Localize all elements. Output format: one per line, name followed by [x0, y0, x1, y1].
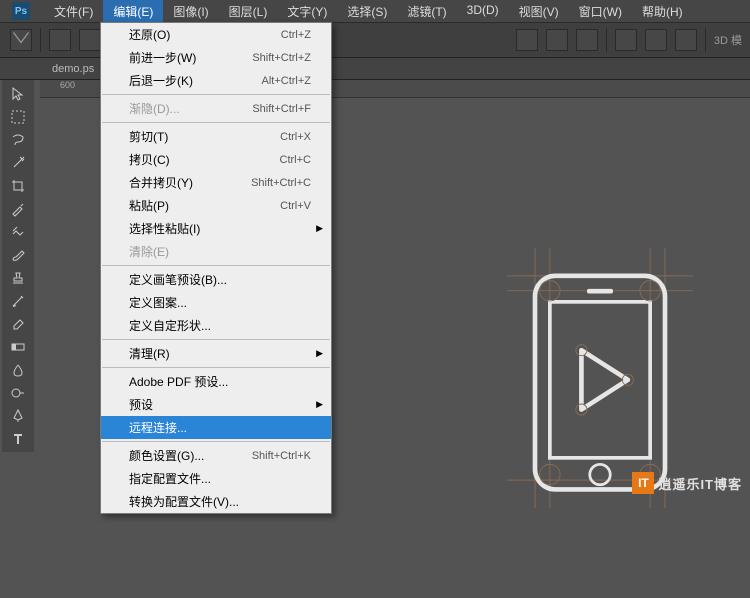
menu-command[interactable]: 选择性粘贴(I) ▶	[101, 217, 331, 240]
eyedropper-tool[interactable]	[4, 197, 32, 220]
distribute-button[interactable]	[645, 29, 667, 51]
brush-tool[interactable]	[4, 243, 32, 266]
menu-label: 剪切(T)	[129, 128, 280, 145]
menu-shortcut: Shift+Ctrl+F	[252, 103, 311, 115]
watermark: IT 逍遥乐IT博客	[632, 472, 742, 494]
submenu-arrow-icon: ▶	[316, 399, 323, 410]
menu-command[interactable]: 前进一步(W)Shift+Ctrl+Z	[101, 46, 331, 69]
menu-label: 清除(E)	[129, 243, 311, 260]
menu-command[interactable]: 定义画笔预设(B)...	[101, 268, 331, 291]
menu-item[interactable]: 图像(I)	[163, 0, 218, 23]
menu-label: 清理(R)	[129, 345, 311, 362]
menu-command[interactable]: 颜色设置(G)...Shift+Ctrl+K	[101, 444, 331, 467]
menu-command[interactable]: 远程连接...	[101, 416, 331, 439]
menu-command[interactable]: 拷贝(C)Ctrl+C	[101, 148, 331, 171]
menu-label: 定义自定形状...	[129, 317, 311, 334]
menu-item[interactable]: 帮助(H)	[632, 0, 693, 23]
menu-bar: Ps 文件(F)编辑(E)图像(I)图层(L)文字(Y)选择(S)滤镜(T)3D…	[0, 0, 750, 22]
eraser-tool[interactable]	[4, 312, 32, 335]
dodge-tool[interactable]	[4, 381, 32, 404]
menu-command[interactable]: 清理(R) ▶	[101, 342, 331, 365]
gradient-tool[interactable]	[4, 335, 32, 358]
menu-label: 后退一步(K)	[129, 72, 261, 89]
menu-command[interactable]: 粘贴(P)Ctrl+V	[101, 194, 331, 217]
menu-command: 清除(E)	[101, 240, 331, 263]
menu-item[interactable]: 编辑(E)	[103, 0, 163, 23]
submenu-arrow-icon: ▶	[316, 348, 323, 359]
menu-command[interactable]: 指定配置文件...	[101, 467, 331, 490]
menu-command[interactable]: 合并拷贝(Y)Shift+Ctrl+C	[101, 171, 331, 194]
menu-shortcut: Shift+Ctrl+C	[251, 177, 311, 189]
menu-label: 拷贝(C)	[129, 151, 280, 168]
stamp-tool[interactable]	[4, 266, 32, 289]
wand-tool[interactable]	[4, 151, 32, 174]
align-button[interactable]	[576, 29, 598, 51]
document-tab[interactable]: demo.ps	[42, 59, 105, 79]
menu-shortcut: Ctrl+X	[280, 131, 311, 143]
watermark-icon: IT	[632, 472, 654, 494]
menu-label: 还原(O)	[129, 26, 281, 43]
menu-command[interactable]: 定义自定形状...	[101, 314, 331, 337]
option-button[interactable]	[79, 29, 101, 51]
menu-item[interactable]: 3D(D)	[457, 0, 509, 23]
menu-label: 渐隐(D)...	[129, 100, 252, 117]
watermark-text: 逍遥乐IT博客	[658, 474, 742, 493]
menu-item[interactable]: 文件(F)	[44, 0, 103, 23]
menu-label: 合并拷贝(Y)	[129, 174, 251, 191]
align-button[interactable]	[546, 29, 568, 51]
menu-label: 选择性粘贴(I)	[129, 220, 311, 237]
marquee-tool[interactable]	[4, 105, 32, 128]
menu-label: 粘贴(P)	[129, 197, 280, 214]
tool-preset-button[interactable]	[10, 29, 32, 51]
mode-label: 3D 模	[714, 32, 750, 48]
submenu-arrow-icon: ▶	[316, 223, 323, 234]
app-icon: Ps	[12, 2, 30, 20]
menu-label: 指定配置文件...	[129, 470, 311, 487]
menu-label: 远程连接...	[129, 419, 311, 436]
menu-command[interactable]: 转换为配置文件(V)...	[101, 490, 331, 513]
pen-tool[interactable]	[4, 404, 32, 427]
history-brush-tool[interactable]	[4, 289, 32, 312]
menu-command[interactable]: 后退一步(K)Alt+Ctrl+Z	[101, 69, 331, 92]
menu-shortcut: Ctrl+V	[280, 200, 311, 212]
canvas-artwork	[500, 248, 700, 508]
heal-tool[interactable]	[4, 220, 32, 243]
edit-menu-dropdown: 还原(O)Ctrl+Z前进一步(W)Shift+Ctrl+Z后退一步(K)Alt…	[100, 22, 332, 514]
menu-shortcut: Shift+Ctrl+K	[252, 450, 311, 462]
menu-shortcut: Ctrl+C	[280, 154, 311, 166]
align-button[interactable]	[516, 29, 538, 51]
ruler-tick: 600	[60, 80, 75, 90]
menu-item[interactable]: 文字(Y)	[277, 0, 337, 23]
menu-label: 预设	[129, 396, 311, 413]
menu-item[interactable]: 图层(L)	[219, 0, 278, 23]
menu-item[interactable]: 滤镜(T)	[397, 0, 456, 23]
menu-shortcut: Shift+Ctrl+Z	[252, 52, 311, 64]
menu-label: 定义图案...	[129, 294, 311, 311]
menu-item[interactable]: 视图(V)	[509, 0, 569, 23]
menu-command[interactable]: 剪切(T)Ctrl+X	[101, 125, 331, 148]
option-button[interactable]	[49, 29, 71, 51]
menu-command[interactable]: Adobe PDF 预设...	[101, 370, 331, 393]
menu-shortcut: Alt+Ctrl+Z	[261, 75, 311, 87]
type-tool[interactable]	[4, 427, 32, 450]
menu-command[interactable]: 定义图案...	[101, 291, 331, 314]
tools-panel	[2, 80, 34, 452]
menu-item[interactable]: 选择(S)	[337, 0, 397, 23]
distribute-button[interactable]	[615, 29, 637, 51]
distribute-button[interactable]	[675, 29, 697, 51]
menu-label: 前进一步(W)	[129, 49, 252, 66]
lasso-tool[interactable]	[4, 128, 32, 151]
menu-command[interactable]: 还原(O)Ctrl+Z	[101, 23, 331, 46]
menu-label: 定义画笔预设(B)...	[129, 271, 311, 288]
menu-label: 转换为配置文件(V)...	[129, 493, 311, 510]
crop-tool[interactable]	[4, 174, 32, 197]
menu-command[interactable]: 预设 ▶	[101, 393, 331, 416]
blur-tool[interactable]	[4, 358, 32, 381]
menu-label: Adobe PDF 预设...	[129, 373, 311, 390]
menu-label: 颜色设置(G)...	[129, 447, 252, 464]
move-tool[interactable]	[4, 82, 32, 105]
menu-command: 渐隐(D)...Shift+Ctrl+F	[101, 97, 331, 120]
menu-item[interactable]: 窗口(W)	[569, 0, 632, 23]
menu-shortcut: Ctrl+Z	[281, 29, 311, 41]
